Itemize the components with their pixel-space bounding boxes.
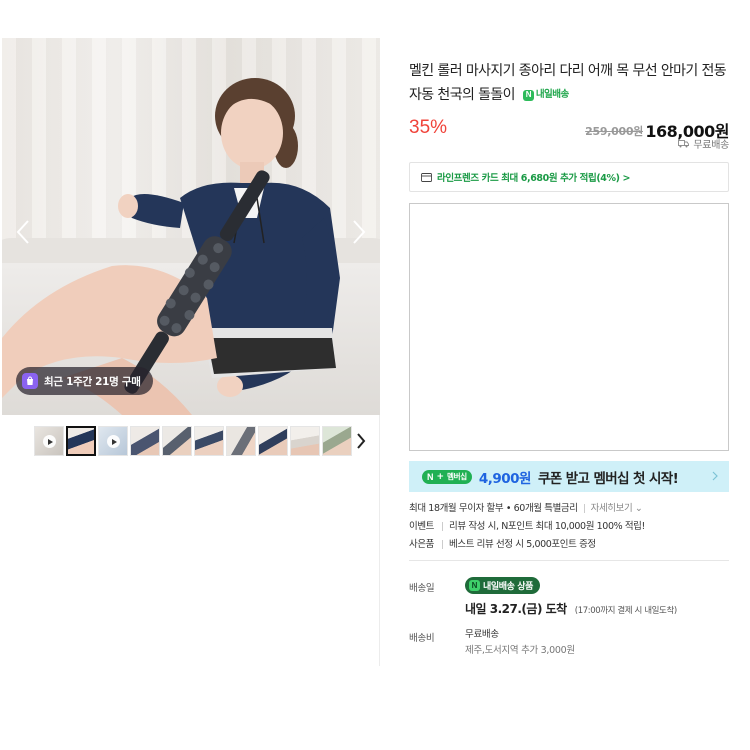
event-label: 이벤트 <box>409 521 435 532</box>
nday-delivery-label: 내일배송 <box>535 89 569 100</box>
divider <box>583 504 585 513</box>
naver-plus-membership-badge: N + 멤버십 <box>422 469 472 484</box>
play-icon <box>107 435 120 448</box>
installment-details-link[interactable]: 자세히보기 ⌄ <box>591 500 643 518</box>
shipping-fee-label: 배송비 <box>409 633 435 644</box>
arrival-info: 내일 3.27.(금) 도착 (17:00까지 결제 시 내일도착) <box>465 598 677 617</box>
plus-icon: + <box>436 471 445 482</box>
credit-card-icon <box>421 172 432 182</box>
recent-purchase-text: 최근 1주간 21명 구매 <box>44 375 141 388</box>
thumbnail-strip <box>34 426 352 456</box>
thumbnail[interactable] <box>98 426 128 456</box>
thumbnail-active[interactable] <box>66 426 96 456</box>
chevron-right-icon <box>357 433 366 449</box>
model-photo <box>2 78 340 415</box>
option-select-area[interactable] <box>409 203 729 451</box>
thumbnail[interactable] <box>130 426 160 456</box>
product-gallery: 최근 1주간 21명 구매 <box>2 38 380 666</box>
membership-cta-text: 쿠폰 받고 멤버십 첫 시작! <box>537 470 679 487</box>
shipping-text: 무료배송 <box>693 140 729 151</box>
thumbnail[interactable] <box>34 426 64 456</box>
thumbnails-next-button[interactable] <box>354 431 368 451</box>
shipping-fee-value: 무료배송 <box>465 629 499 640</box>
product-info: 멜킨 롤러 마사지기 종아리 다리 어깨 목 무선 안마기 전동 자동 천국의 … <box>409 38 729 656</box>
chevron-right-icon <box>353 220 366 244</box>
naver-n-icon: N <box>427 471 434 482</box>
installment-text: 최대 18개월 무이자 할부 • 60개월 특별금리 <box>409 503 578 514</box>
delivery-date-section: 배송일 N 내일배송 상품 내일 3.27.(금) 도착 (17:00까지 결제… <box>409 576 729 616</box>
shipping-fee-extra: 제주,도서지역 추가 3,000원 <box>465 645 575 656</box>
thumbnail[interactable] <box>226 426 256 456</box>
truck-icon <box>678 140 690 148</box>
recent-purchase-badge: 최근 1주간 21명 구매 <box>16 367 153 395</box>
thumbnail[interactable] <box>194 426 224 456</box>
arrival-note: (17:00까지 결제 시 내일도착) <box>574 606 677 616</box>
divider <box>442 522 444 531</box>
installment-line: 최대 18개월 무이자 할부 • 60개월 특별금리 자세히보기 ⌄ <box>409 500 729 518</box>
card-benefit-banner[interactable]: 라인프렌즈 카드 최대 6,680원 추가 적립(4%) > <box>409 162 729 192</box>
membership-badge-label: 멤버십 <box>447 472 467 481</box>
naver-n-icon: N <box>469 580 480 591</box>
membership-coupon-banner[interactable]: N + 멤버십 4,900원 쿠폰 받고 멤버십 첫 시작! <box>409 461 729 492</box>
thumbnail[interactable] <box>290 426 320 456</box>
product-title: 멜킨 롤러 마사지기 종아리 다리 어깨 목 무선 안마기 전동 자동 천국의 … <box>409 59 729 107</box>
gift-label: 사은품 <box>409 539 435 550</box>
thumbnail[interactable] <box>322 426 352 456</box>
chevron-left-icon <box>16 220 29 244</box>
nday-pill-text: 내일배송 상품 <box>483 582 534 592</box>
delivery-label: 배송일 <box>409 583 435 594</box>
product-main-image[interactable]: 최근 1주간 21명 구매 <box>2 38 380 415</box>
shopping-bag-icon <box>22 373 38 389</box>
product-page: 최근 1주간 21명 구매 멜킨 롤러 마사지기 종아리 다리 어깨 목 무선 … <box>0 0 750 750</box>
nday-delivery-pill: N 내일배송 상품 <box>465 577 541 594</box>
play-icon <box>43 435 56 448</box>
divider <box>442 540 444 549</box>
nday-delivery-tag: N 내일배송 <box>522 83 569 107</box>
arrival-date: 내일 3.27.(금) 도착 <box>465 602 567 616</box>
discount-rate: 35% <box>409 117 448 138</box>
gift-text: 베스트 리뷰 선정 시 5,000포인트 증정 <box>449 539 596 550</box>
thumbnail[interactable] <box>258 426 288 456</box>
image-prev-button[interactable] <box>10 214 36 250</box>
shipping-fee-section: 배송비 무료배송 제주,도서지역 추가 3,000원 <box>409 626 729 656</box>
shipping-info: 무료배송 <box>678 136 729 151</box>
coupon-amount: 4,900원 <box>478 470 532 487</box>
benefit-list: 최대 18개월 무이자 할부 • 60개월 특별금리 자세히보기 ⌄ 이벤트 리… <box>409 500 729 554</box>
image-next-button[interactable] <box>346 214 372 250</box>
gift-line: 사은품 베스트 리뷰 선정 시 5,000포인트 증정 <box>409 536 729 554</box>
event-text: 리뷰 작성 시, N포인트 최대 10,000원 100% 적립! <box>449 521 645 532</box>
original-price: 259,000원 <box>585 125 643 138</box>
section-divider <box>409 560 729 561</box>
card-benefit-text: 라인프렌즈 카드 최대 6,680원 추가 적립(4%) > <box>437 173 631 184</box>
thumbnail[interactable] <box>162 426 192 456</box>
chevron-right-icon <box>712 471 718 481</box>
event-line: 이벤트 리뷰 작성 시, N포인트 최대 10,000원 100% 적립! <box>409 518 729 536</box>
naver-n-icon: N <box>522 89 534 101</box>
